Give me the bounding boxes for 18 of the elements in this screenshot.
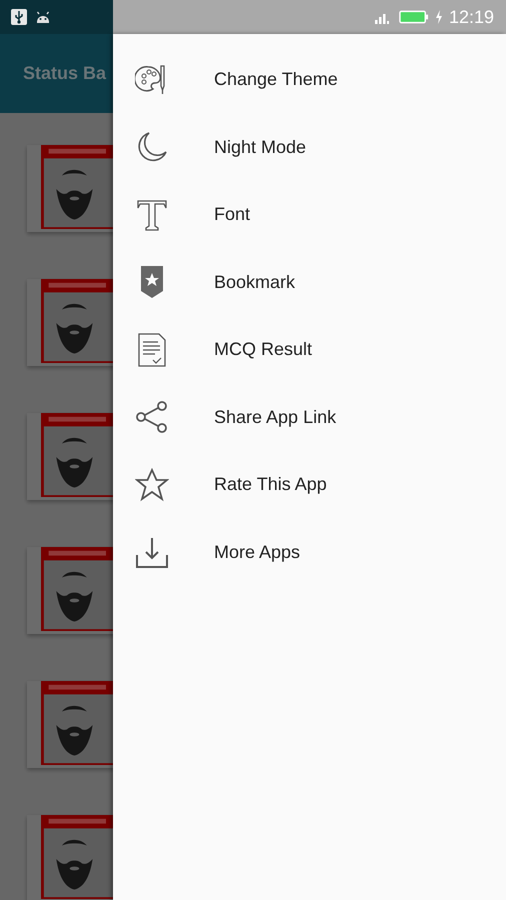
android-icon <box>35 9 51 25</box>
download-icon <box>135 535 169 570</box>
serif-t-icon <box>135 198 169 232</box>
drawer-item[interactable]: MCQ Result <box>113 316 506 384</box>
drawer-item[interactable]: Share App Link <box>113 384 506 451</box>
battery-icon <box>398 10 429 24</box>
drawer-item[interactable]: More Apps <box>113 518 506 586</box>
app-title: Status Ba <box>23 63 106 84</box>
charging-icon <box>434 10 443 24</box>
drawer-item[interactable]: Rate This App <box>113 451 506 518</box>
clock-time: 12:19 <box>448 6 494 28</box>
drawer-item[interactable]: Bookmark <box>113 248 506 316</box>
star-icon <box>135 468 169 502</box>
drawer-item[interactable]: Change Theme <box>113 46 506 114</box>
share-icon <box>135 400 169 434</box>
drawer-item[interactable]: Font <box>113 181 506 248</box>
usb-icon <box>11 9 27 25</box>
drawer-item[interactable]: Night Mode <box>113 114 506 181</box>
